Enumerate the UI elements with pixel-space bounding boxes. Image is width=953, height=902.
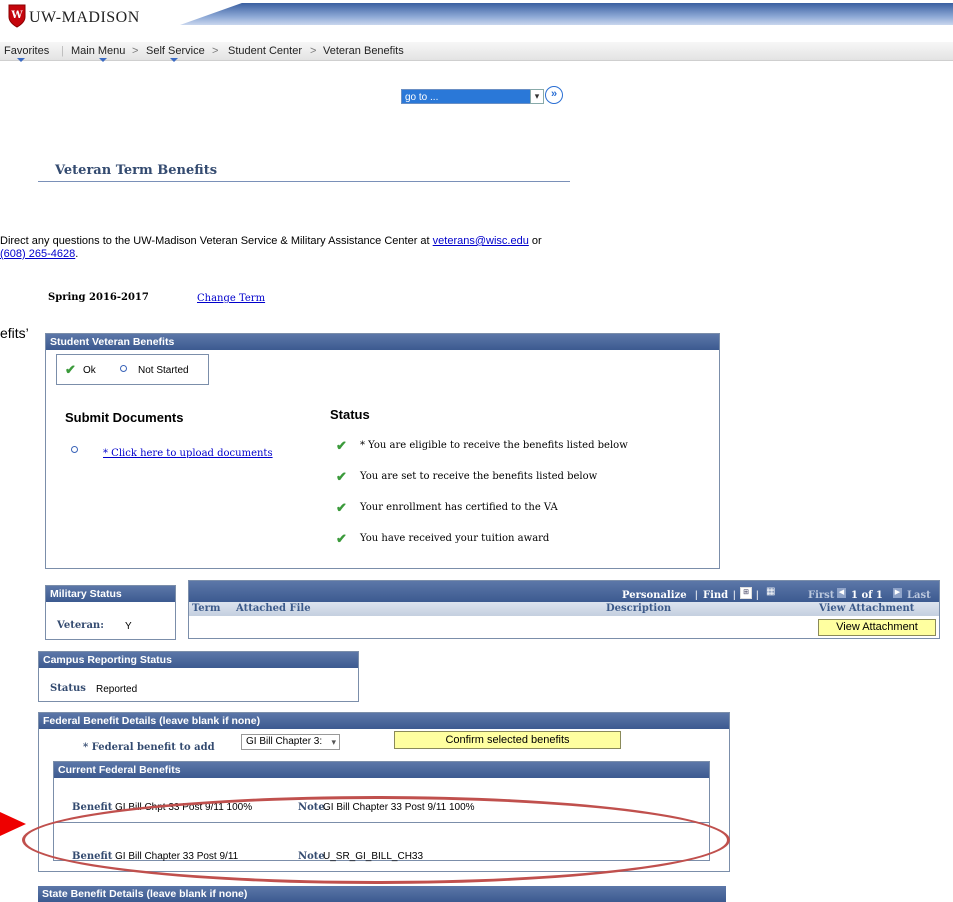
col-view-attachment: View Attachment	[819, 603, 915, 614]
status-item: You have received your tuition award	[360, 533, 550, 544]
check-icon: ✔	[336, 531, 347, 546]
veteran-value: Y	[125, 621, 132, 632]
svg-text:W: W	[10, 10, 23, 21]
contact-period: .	[75, 248, 79, 260]
highlight-oval	[22, 796, 730, 884]
nav-main-menu[interactable]: Main Menu	[71, 45, 125, 57]
find-link[interactable]: Find	[703, 590, 728, 601]
chevron-down-icon[interactable]: ▾	[530, 89, 544, 104]
upload-documents-link[interactable]: * Click here to upload documents	[103, 448, 273, 459]
check-icon: ✔	[336, 500, 347, 515]
title-divider	[38, 181, 570, 182]
nav-veteran-benefits[interactable]: Veteran Benefits	[323, 45, 404, 57]
term-label: Spring 2016-2017	[48, 292, 149, 303]
contact-or: or	[531, 235, 542, 247]
nav-divider: |	[61, 45, 64, 57]
nav-student-center[interactable]: Student Center	[228, 45, 302, 57]
first-link[interactable]: First	[808, 590, 834, 601]
nav-favorites-dropdown-icon[interactable]	[17, 58, 25, 62]
status-item: * You are eligible to receive the benefi…	[360, 440, 628, 451]
header-banner	[180, 3, 953, 25]
campus-status-value: Reported	[96, 684, 138, 695]
legend-not-started: Not Started	[138, 365, 189, 376]
status-item: Your enrollment has certified to the VA	[360, 502, 558, 513]
contact-text: Direct any questions to the UW-Madison V…	[0, 235, 600, 261]
col-term: Term	[192, 603, 221, 614]
check-icon: ✔	[65, 362, 76, 377]
nav-favorites[interactable]: Favorites	[4, 45, 49, 57]
campus-reporting-panel: Campus Reporting Status	[38, 651, 359, 702]
panel-header: Student Veteran Benefits	[46, 334, 719, 350]
submit-documents-title: Submit Documents	[65, 410, 184, 425]
panel-header: Military Status	[46, 586, 175, 602]
nav-separator: >	[132, 45, 139, 57]
col-attached-file: Attached File	[236, 603, 311, 614]
federal-add-label: * Federal benefit to add	[83, 742, 215, 753]
toolbar-separator: |	[695, 590, 698, 601]
cropped-text: efits’	[0, 325, 29, 341]
nav-separator: >	[310, 45, 317, 57]
view-attachment-button[interactable]: View Attachment	[818, 619, 936, 636]
col-description: Description	[606, 603, 672, 614]
row-count: 1 of 1	[851, 590, 883, 601]
federal-benefit-select[interactable]: GI Bill Chapter 3: ▾	[241, 734, 340, 750]
check-icon: ✔	[336, 469, 347, 484]
next-arrow-icon[interactable]: ▶	[893, 588, 902, 598]
contact-prefix: Direct any questions to the UW-Madison V…	[0, 235, 430, 247]
status-item: You are set to receive the benefits list…	[360, 471, 598, 482]
contact-email-link[interactable]: veterans@wisc.edu	[433, 235, 529, 247]
change-term-link[interactable]: Change Term	[197, 293, 265, 304]
prev-arrow-icon[interactable]: ◀	[837, 588, 846, 598]
nav-separator: >	[212, 45, 219, 57]
chevron-down-icon[interactable]: ▾	[331, 735, 336, 749]
annotation-arrow-icon	[0, 812, 26, 836]
circle-icon	[71, 446, 78, 453]
veteran-label: Veteran:	[57, 620, 104, 631]
state-benefit-header: State Benefit Details (leave blank if no…	[38, 886, 726, 902]
brand-name: UW-MADISON	[29, 9, 140, 26]
download-grid-icon[interactable]: ▦	[766, 586, 775, 597]
last-link[interactable]: Last	[907, 590, 931, 601]
personalize-link[interactable]: Personalize	[622, 590, 687, 601]
nav-self-service[interactable]: Self Service	[146, 45, 205, 57]
check-icon: ✔	[336, 438, 347, 453]
nav-self-service-dropdown-icon[interactable]	[170, 58, 178, 62]
view-all-icon[interactable]: ⊞	[740, 587, 752, 599]
page-title: Veteran Term Benefits	[55, 163, 218, 178]
federal-select-value: GI Bill Chapter 3:	[246, 736, 323, 747]
toolbar-separator: |	[756, 590, 759, 601]
toolbar-separator: |	[733, 590, 736, 601]
legend-ok: Ok	[83, 365, 96, 376]
uw-crest-icon: W	[8, 4, 26, 28]
panel-header: Campus Reporting Status	[39, 652, 358, 668]
nav-main-menu-dropdown-icon[interactable]	[99, 58, 107, 62]
military-status-panel: Military Status	[45, 585, 176, 640]
status-title: Status	[330, 407, 370, 422]
panel-header: Current Federal Benefits	[54, 762, 709, 778]
campus-status-label: Status	[50, 683, 86, 694]
nav-bar	[0, 42, 953, 61]
goto-select[interactable]: go to ...	[401, 89, 544, 104]
panel-header: Federal Benefit Details (leave blank if …	[39, 713, 729, 729]
confirm-benefits-button[interactable]: Confirm selected benefits	[394, 731, 621, 749]
circle-icon	[120, 365, 127, 372]
goto-button-icon[interactable]: »	[545, 86, 563, 104]
contact-phone-link[interactable]: (608) 265-4628	[0, 248, 75, 260]
grid-header-row: Term Attached File Description View Atta…	[189, 602, 939, 616]
